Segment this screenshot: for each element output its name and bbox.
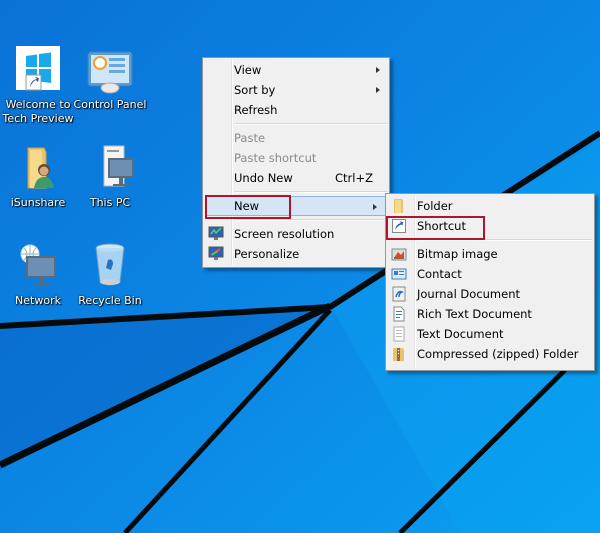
submenu-arrow-icon bbox=[373, 204, 377, 210]
menu-item-label: Text Document bbox=[417, 327, 504, 341]
submenu-item-shortcut[interactable]: Shortcut bbox=[386, 216, 594, 236]
menu-item-refresh[interactable]: Refresh bbox=[203, 100, 389, 120]
bitmap-icon bbox=[391, 246, 407, 262]
desktop-icon-network[interactable]: Network bbox=[0, 242, 76, 308]
menu-item-label: Bitmap image bbox=[417, 247, 498, 261]
menu-item-paste-shortcut[interactable]: Paste shortcut bbox=[203, 148, 389, 168]
menu-separator bbox=[234, 219, 387, 221]
menu-item-label: Sort by bbox=[234, 83, 276, 97]
menu-item-new[interactable]: New bbox=[205, 196, 387, 216]
desktop-icon-label: Control Panel bbox=[73, 98, 147, 111]
menu-separator bbox=[417, 239, 592, 241]
desktop-context-menu: View Sort by Refresh Paste Paste shortcu… bbox=[202, 57, 390, 268]
menu-item-label: Shortcut bbox=[417, 219, 466, 233]
user-folder-icon bbox=[14, 144, 62, 192]
menu-item-screen-resolution[interactable]: Screen resolution bbox=[203, 224, 389, 244]
desktop-icon-label: Tech Preview bbox=[2, 112, 74, 125]
personalize-icon bbox=[208, 246, 224, 262]
submenu-item-contact[interactable]: Contact bbox=[386, 264, 594, 284]
contact-icon bbox=[391, 266, 407, 282]
desktop-icon-label: Network bbox=[15, 294, 61, 307]
desktop-icon-recycle-bin[interactable]: Recycle Bin bbox=[72, 242, 148, 308]
desktop-icon-label: iSunshare bbox=[10, 196, 66, 209]
rtf-icon bbox=[391, 306, 407, 322]
this-pc-icon bbox=[86, 144, 134, 192]
menu-separator bbox=[234, 123, 387, 125]
menu-item-label: Paste bbox=[234, 131, 266, 145]
text-document-icon bbox=[391, 326, 407, 342]
menu-item-label: Rich Text Document bbox=[417, 307, 532, 321]
desktop-icon-label: Welcome to bbox=[5, 98, 71, 111]
new-submenu: Folder Shortcut Bitmap image Contact Jou… bbox=[385, 193, 595, 371]
zip-folder-icon bbox=[391, 346, 407, 362]
menu-item-personalize[interactable]: Personalize bbox=[203, 244, 389, 264]
menu-item-label: New bbox=[234, 199, 260, 213]
submenu-item-rich-text[interactable]: Rich Text Document bbox=[386, 304, 594, 324]
desktop-icon-label: Recycle Bin bbox=[78, 294, 142, 307]
menu-item-paste[interactable]: Paste bbox=[203, 128, 389, 148]
submenu-arrow-icon bbox=[376, 67, 380, 73]
shortcut-icon bbox=[391, 218, 407, 234]
menu-item-view[interactable]: View bbox=[203, 60, 389, 80]
desktop-icon-control-panel[interactable]: Control Panel bbox=[72, 46, 148, 112]
menu-item-label: View bbox=[234, 63, 262, 77]
submenu-arrow-icon bbox=[376, 87, 380, 93]
menu-item-label: Paste shortcut bbox=[234, 151, 317, 165]
desktop-icon-this-pc[interactable]: This PC bbox=[72, 144, 148, 210]
menu-item-label: Personalize bbox=[234, 247, 300, 261]
menu-item-label: Screen resolution bbox=[234, 227, 335, 241]
menu-item-label: Refresh bbox=[234, 103, 278, 117]
menu-item-label: Compressed (zipped) Folder bbox=[417, 347, 579, 361]
submenu-item-bitmap[interactable]: Bitmap image bbox=[386, 244, 594, 264]
windows-logo-shortcut-icon bbox=[14, 46, 62, 94]
submenu-item-text-document[interactable]: Text Document bbox=[386, 324, 594, 344]
journal-icon bbox=[391, 286, 407, 302]
menu-item-label: Contact bbox=[417, 267, 462, 281]
menu-item-label: Journal Document bbox=[417, 287, 521, 301]
submenu-item-zip-folder[interactable]: Compressed (zipped) Folder bbox=[386, 344, 594, 364]
desktop-icon-isunshare[interactable]: iSunshare bbox=[0, 144, 76, 210]
recycle-bin-icon bbox=[86, 242, 134, 290]
menu-item-label: Undo New bbox=[234, 171, 293, 185]
folder-icon bbox=[391, 198, 407, 214]
desktop-icon-welcome[interactable]: Welcome to Tech Preview bbox=[0, 46, 76, 126]
menu-separator bbox=[234, 191, 387, 193]
menu-item-undo-new[interactable]: Undo New Ctrl+Z bbox=[203, 168, 389, 188]
submenu-item-folder[interactable]: Folder bbox=[386, 196, 594, 216]
submenu-item-journal[interactable]: Journal Document bbox=[386, 284, 594, 304]
menu-item-sort-by[interactable]: Sort by bbox=[203, 80, 389, 100]
screen-resolution-icon bbox=[208, 226, 224, 242]
menu-item-label: Folder bbox=[417, 199, 453, 213]
shortcut-text: Ctrl+Z bbox=[335, 171, 373, 185]
control-panel-icon bbox=[86, 46, 134, 94]
desktop-icon-label: This PC bbox=[89, 196, 131, 209]
network-icon bbox=[14, 242, 62, 290]
